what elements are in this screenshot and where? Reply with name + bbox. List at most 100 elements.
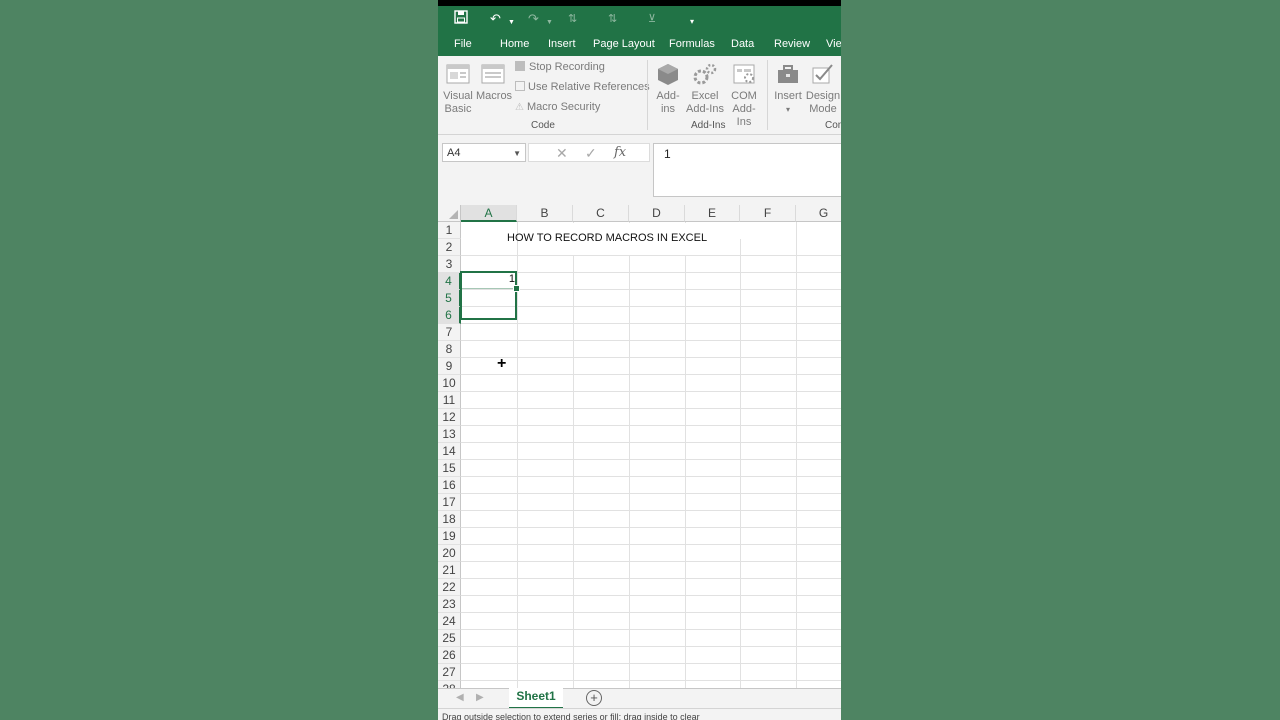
stop-recording-button[interactable]: Stop Recording <box>515 61 605 73</box>
row-header[interactable]: 14 <box>438 443 461 460</box>
row-header[interactable]: 23 <box>438 596 461 613</box>
select-all-corner[interactable] <box>438 205 461 222</box>
warning-icon: ⚠ <box>515 102 524 113</box>
gears-icon <box>693 63 717 85</box>
row-header[interactable]: 18 <box>438 511 461 528</box>
name-box-dropdown-icon[interactable]: ▼ <box>513 144 521 163</box>
add-ins-icon <box>658 64 678 85</box>
row-header[interactable]: 20 <box>438 545 461 562</box>
tab-page-layout[interactable]: Page Layout <box>593 38 655 50</box>
customize-qat-icon[interactable]: ▾ <box>690 13 694 31</box>
row-gridline <box>461 459 841 460</box>
stop-icon <box>515 61 525 71</box>
tab-review[interactable]: Review <box>774 38 810 50</box>
filter-clear-icon[interactable]: ⊻ <box>648 10 656 28</box>
visual-basic-label: Visual Basic <box>443 90 473 115</box>
worksheet-grid[interactable]: A B C D E F G 1 2 3 4 5 6 7 8 9 10 11 12 13 14 15 16 17 1… <box>438 205 841 688</box>
row-header[interactable]: 10 <box>438 375 461 392</box>
tab-view[interactable]: Vie <box>826 38 841 50</box>
scroll-left-icon[interactable]: ◀ <box>456 692 464 703</box>
use-relative-references-button[interactable]: Use Relative References <box>515 81 650 93</box>
column-header[interactable]: E <box>685 205 740 222</box>
macro-security-button[interactable]: ⚠ Macro Security <box>515 101 600 113</box>
enter-icon[interactable]: ✓ <box>585 144 597 162</box>
macros-button[interactable]: Macros <box>476 62 512 103</box>
cancel-icon[interactable]: ✕ <box>556 144 568 162</box>
row-header[interactable]: 21 <box>438 562 461 579</box>
row-header[interactable]: 12 <box>438 409 461 426</box>
row-header[interactable]: 2 <box>438 239 461 256</box>
undo-dropdown-icon[interactable]: ▼ <box>508 14 515 32</box>
tab-file[interactable]: File <box>454 38 472 50</box>
row-header[interactable]: 28 <box>438 681 461 688</box>
column-header[interactable]: D <box>629 205 685 222</box>
row-gridline <box>461 442 841 443</box>
row-header[interactable]: 26 <box>438 647 461 664</box>
row-header[interactable]: 7 <box>438 324 461 341</box>
add-ins-button[interactable]: Add- ins <box>650 62 686 116</box>
row-header[interactable]: 15 <box>438 460 461 477</box>
row-header[interactable]: 11 <box>438 392 461 409</box>
insert-dropdown-icon: ▾ <box>785 105 790 114</box>
row-gridline <box>461 680 841 681</box>
com-add-ins-button[interactable]: COM Add-Ins <box>726 62 762 129</box>
insert-control-button[interactable]: Insert ▾ <box>771 62 805 116</box>
row-header[interactable]: 1 <box>438 222 461 239</box>
column-header[interactable]: A <box>461 205 517 222</box>
selection-box[interactable] <box>460 271 517 320</box>
row-header[interactable]: 5 <box>438 290 461 307</box>
tab-data[interactable]: Data <box>731 38 754 50</box>
row-header[interactable]: 24 <box>438 613 461 630</box>
row-header[interactable]: 16 <box>438 477 461 494</box>
row-header[interactable]: 19 <box>438 528 461 545</box>
redo-icon[interactable]: ↷ <box>528 10 539 28</box>
code-group-label: Code <box>531 120 555 131</box>
row-gridline <box>461 374 841 375</box>
column-header[interactable]: G <box>796 205 841 222</box>
row-header[interactable]: 22 <box>438 579 461 596</box>
tab-home[interactable]: Home <box>500 38 529 50</box>
row-header[interactable]: 25 <box>438 630 461 647</box>
row-header[interactable]: 6 <box>438 307 461 324</box>
row-header[interactable]: 3 <box>438 256 461 273</box>
sheet-tab-sheet1[interactable]: Sheet1 <box>509 688 563 709</box>
insert-function-icon[interactable]: fx <box>614 144 626 162</box>
column-header[interactable]: C <box>573 205 629 222</box>
use-relative-references-label: Use Relative References <box>528 81 650 93</box>
row-header[interactable]: 13 <box>438 426 461 443</box>
cursor-crosshair-icon: + <box>497 355 507 372</box>
com-add-ins-label: COM Add-Ins <box>731 90 757 128</box>
excel-add-ins-button[interactable]: Excel Add-Ins <box>686 62 724 116</box>
add-sheet-icon[interactable]: + <box>586 690 602 706</box>
scroll-right-icon[interactable]: ▶ <box>476 692 484 703</box>
formula-input[interactable]: 1 <box>653 143 841 197</box>
row-gridline <box>461 527 841 528</box>
tab-formulas[interactable]: Formulas <box>669 38 715 50</box>
undo-icon[interactable]: ↶ <box>490 10 501 28</box>
row-header[interactable]: 27 <box>438 664 461 681</box>
fill-handle[interactable] <box>513 285 520 292</box>
row-gridline <box>461 544 841 545</box>
tab-insert[interactable]: Insert <box>548 38 576 50</box>
macros-icon <box>481 64 505 84</box>
design-mode-button[interactable]: Design Mode <box>805 62 841 116</box>
row-gridline <box>461 629 841 630</box>
name-box[interactable]: A4 ▼ <box>442 143 526 162</box>
column-header[interactable]: F <box>740 205 796 222</box>
status-bar: Drag outside selection to extend series … <box>438 708 841 720</box>
visual-basic-button[interactable]: Visual Basic <box>442 62 474 116</box>
sort-ascending-icon[interactable]: ⇅ <box>568 10 577 28</box>
row-gridline <box>461 663 841 664</box>
sort-descending-icon[interactable]: ⇅ <box>608 10 617 28</box>
row-header[interactable]: 8 <box>438 341 461 358</box>
stop-recording-label: Stop Recording <box>529 61 605 73</box>
row-header[interactable]: 9 <box>438 358 461 375</box>
column-header[interactable]: B <box>517 205 573 222</box>
row-gridline <box>461 476 841 477</box>
save-icon[interactable] <box>454 10 468 29</box>
com-add-ins-icon <box>733 64 755 84</box>
row-header[interactable]: 17 <box>438 494 461 511</box>
visual-basic-icon <box>446 64 470 84</box>
row-header[interactable]: 4 <box>438 273 461 290</box>
redo-dropdown-icon[interactable]: ▼ <box>546 14 553 32</box>
